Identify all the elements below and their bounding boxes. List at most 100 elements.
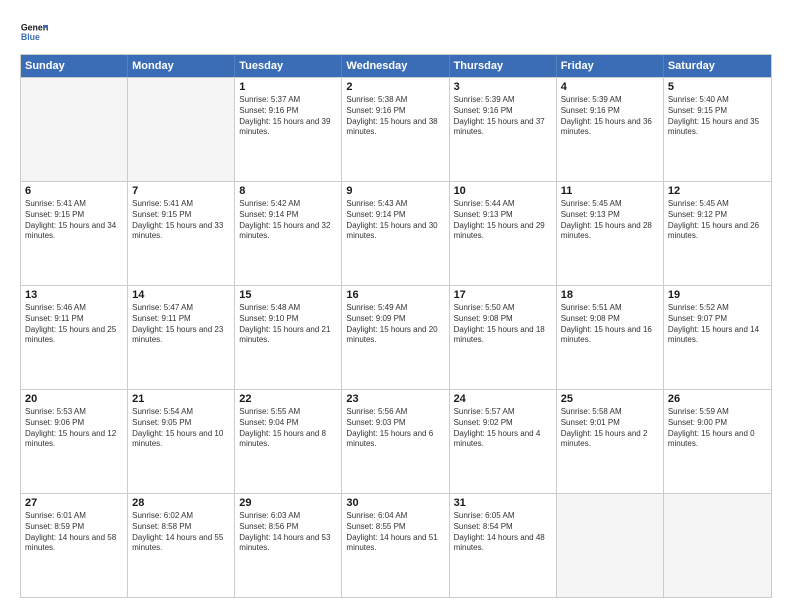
logo-icon: General Blue xyxy=(20,18,48,46)
day-number: 27 xyxy=(25,497,123,509)
day-header-wednesday: Wednesday xyxy=(342,55,449,77)
day-cell-11: 11Sunrise: 5:45 AM Sunset: 9:13 PM Dayli… xyxy=(557,182,664,285)
day-cell-30: 30 Sunrise: 6:04 AM Sunset: 8:55 PM Dayli… xyxy=(342,494,449,597)
day-info: Sunrise: 5:37 AM Sunset: 9:16 PM Dayligh… xyxy=(239,95,337,138)
day-header-sunday: Sunday xyxy=(21,55,128,77)
day-info: Sunrise: 5:40 AM Sunset: 9:15 PM Dayligh… xyxy=(668,95,767,138)
calendar-row-2: 6 Sunrise: 5:41 AM Sunset: 9:15 PM Daylig… xyxy=(21,181,771,285)
day-cell-17: 17 Sunrise: 5:50 AM Sunset: 9:08 PM Dayli… xyxy=(450,286,557,389)
day-number: 12 xyxy=(668,185,767,197)
day-cell-21: 21Sunrise: 5:54 AM Sunset: 9:05 PM Dayli… xyxy=(128,390,235,493)
page-header: General Blue xyxy=(20,18,772,46)
day-cell-6: 6Sunrise: 5:41 AM Sunset: 9:15 PM Daylig… xyxy=(21,182,128,285)
day-info: Sunrise: 5:39 AM Sunset: 9:16 PM Dayligh… xyxy=(454,95,552,138)
day-cell-27: 27 Sunrise: 6:01 AM Sunset: 8:59 PM Dayli… xyxy=(21,494,128,597)
day-info: Sunrise: 5:52 AM Sunset: 9:07 PM Dayligh… xyxy=(668,303,767,346)
day-number: 31 xyxy=(454,497,552,509)
day-cell-24: 24 Sunrise: 5:57 AM Sunset: 9:02 PM Dayli… xyxy=(450,390,557,493)
empty-cell xyxy=(557,494,664,597)
day-cell-19: 19 Sunrise: 5:52 AM Sunset: 9:07 PM Dayli… xyxy=(664,286,771,389)
day-cell-26: 26Sunrise: 5:59 AM Sunset: 9:00 PM Dayli… xyxy=(664,390,771,493)
day-number: 24 xyxy=(454,393,552,405)
day-header-thursday: Thursday xyxy=(450,55,557,77)
day-number: 4 xyxy=(561,81,659,93)
day-cell-28: 28 Sunrise: 6:02 AM Sunset: 8:58 PM Dayli… xyxy=(128,494,235,597)
day-info: Sunrise: 5:38 AM Sunset: 9:16 PM Dayligh… xyxy=(346,95,444,138)
day-number: 6 xyxy=(25,185,123,197)
day-number: 5 xyxy=(668,81,767,93)
day-number: 23 xyxy=(346,393,444,405)
day-cell-9: 9 Sunrise: 5:43 AM Sunset: 9:14 PM Daylig… xyxy=(342,182,449,285)
day-number: 19 xyxy=(668,289,767,301)
day-number: 2 xyxy=(346,81,444,93)
day-info: Sunrise: 5:41 AM Sunset: 9:15 PM Dayligh… xyxy=(132,199,230,242)
day-header-monday: Monday xyxy=(128,55,235,77)
day-header-friday: Friday xyxy=(557,55,664,77)
day-number: 21 xyxy=(132,393,230,405)
day-cell-4: 4Sunrise: 5:39 AM Sunset: 9:16 PM Daylig… xyxy=(557,78,664,181)
day-cell-8: 8Sunrise: 5:42 AM Sunset: 9:14 PM Daylig… xyxy=(235,182,342,285)
day-cell-3: 3 Sunrise: 5:39 AM Sunset: 9:16 PM Daylig… xyxy=(450,78,557,181)
day-cell-29: 29 Sunrise: 6:03 AM Sunset: 8:56 PM Dayli… xyxy=(235,494,342,597)
day-info: Sunrise: 6:02 AM Sunset: 8:58 PM Dayligh… xyxy=(132,511,230,554)
day-info: Sunrise: 5:46 AM Sunset: 9:11 PM Dayligh… xyxy=(25,303,123,346)
day-cell-13: 13 Sunrise: 5:46 AM Sunset: 9:11 PM Dayli… xyxy=(21,286,128,389)
day-cell-15: 15 Sunrise: 5:48 AM Sunset: 9:10 PM Dayli… xyxy=(235,286,342,389)
day-info: Sunrise: 5:43 AM Sunset: 9:14 PM Dayligh… xyxy=(346,199,444,242)
day-number: 28 xyxy=(132,497,230,509)
day-info: Sunrise: 5:42 AM Sunset: 9:14 PM Dayligh… xyxy=(239,199,337,242)
day-info: Sunrise: 5:48 AM Sunset: 9:10 PM Dayligh… xyxy=(239,303,337,346)
day-info: Sunrise: 5:53 AM Sunset: 9:06 PM Dayligh… xyxy=(25,407,123,450)
day-number: 17 xyxy=(454,289,552,301)
day-number: 29 xyxy=(239,497,337,509)
day-number: 11 xyxy=(561,185,659,197)
day-info: Sunrise: 6:01 AM Sunset: 8:59 PM Dayligh… xyxy=(25,511,123,554)
day-number: 30 xyxy=(346,497,444,509)
day-number: 25 xyxy=(561,393,659,405)
day-number: 9 xyxy=(346,185,444,197)
day-info: Sunrise: 5:55 AM Sunset: 9:04 PM Dayligh… xyxy=(239,407,337,450)
day-info: Sunrise: 5:51 AM Sunset: 9:08 PM Dayligh… xyxy=(561,303,659,346)
day-number: 13 xyxy=(25,289,123,301)
calendar-header: SundayMondayTuesdayWednesdayThursdayFrid… xyxy=(21,55,771,77)
calendar: SundayMondayTuesdayWednesdayThursdayFrid… xyxy=(20,54,772,598)
calendar-row-3: 13 Sunrise: 5:46 AM Sunset: 9:11 PM Dayli… xyxy=(21,285,771,389)
day-info: Sunrise: 6:04 AM Sunset: 8:55 PM Dayligh… xyxy=(346,511,444,554)
svg-text:General: General xyxy=(21,22,48,32)
day-info: Sunrise: 5:45 AM Sunset: 9:12 PM Dayligh… xyxy=(668,199,767,242)
day-cell-14: 14Sunrise: 5:47 AM Sunset: 9:11 PM Dayli… xyxy=(128,286,235,389)
day-number: 1 xyxy=(239,81,337,93)
svg-text:Blue: Blue xyxy=(21,32,40,42)
day-cell-5: 5 Sunrise: 5:40 AM Sunset: 9:15 PM Daylig… xyxy=(664,78,771,181)
day-info: Sunrise: 6:05 AM Sunset: 8:54 PM Dayligh… xyxy=(454,511,552,554)
day-number: 7 xyxy=(132,185,230,197)
day-cell-2: 2 Sunrise: 5:38 AM Sunset: 9:16 PM Daylig… xyxy=(342,78,449,181)
calendar-row-4: 20Sunrise: 5:53 AM Sunset: 9:06 PM Dayli… xyxy=(21,389,771,493)
calendar-row-5: 27 Sunrise: 6:01 AM Sunset: 8:59 PM Dayli… xyxy=(21,493,771,597)
day-number: 18 xyxy=(561,289,659,301)
empty-cell xyxy=(128,78,235,181)
day-cell-20: 20Sunrise: 5:53 AM Sunset: 9:06 PM Dayli… xyxy=(21,390,128,493)
day-number: 14 xyxy=(132,289,230,301)
calendar-row-1: 1 Sunrise: 5:37 AM Sunset: 9:16 PM Daylig… xyxy=(21,77,771,181)
day-info: Sunrise: 5:56 AM Sunset: 9:03 PM Dayligh… xyxy=(346,407,444,450)
day-cell-31: 31 Sunrise: 6:05 AM Sunset: 8:54 PM Dayli… xyxy=(450,494,557,597)
day-number: 10 xyxy=(454,185,552,197)
day-info: Sunrise: 5:50 AM Sunset: 9:08 PM Dayligh… xyxy=(454,303,552,346)
day-number: 3 xyxy=(454,81,552,93)
day-cell-22: 22 Sunrise: 5:55 AM Sunset: 9:04 PM Dayli… xyxy=(235,390,342,493)
day-header-saturday: Saturday xyxy=(664,55,771,77)
day-cell-7: 7 Sunrise: 5:41 AM Sunset: 9:15 PM Daylig… xyxy=(128,182,235,285)
day-info: Sunrise: 5:57 AM Sunset: 9:02 PM Dayligh… xyxy=(454,407,552,450)
empty-cell xyxy=(21,78,128,181)
day-info: Sunrise: 6:03 AM Sunset: 8:56 PM Dayligh… xyxy=(239,511,337,554)
day-cell-1: 1 Sunrise: 5:37 AM Sunset: 9:16 PM Daylig… xyxy=(235,78,342,181)
day-info: Sunrise: 5:59 AM Sunset: 9:00 PM Dayligh… xyxy=(668,407,767,450)
day-cell-12: 12 Sunrise: 5:45 AM Sunset: 9:12 PM Dayli… xyxy=(664,182,771,285)
day-info: Sunrise: 5:44 AM Sunset: 9:13 PM Dayligh… xyxy=(454,199,552,242)
day-number: 22 xyxy=(239,393,337,405)
day-number: 16 xyxy=(346,289,444,301)
day-number: 15 xyxy=(239,289,337,301)
empty-cell xyxy=(664,494,771,597)
logo: General Blue xyxy=(20,18,48,46)
